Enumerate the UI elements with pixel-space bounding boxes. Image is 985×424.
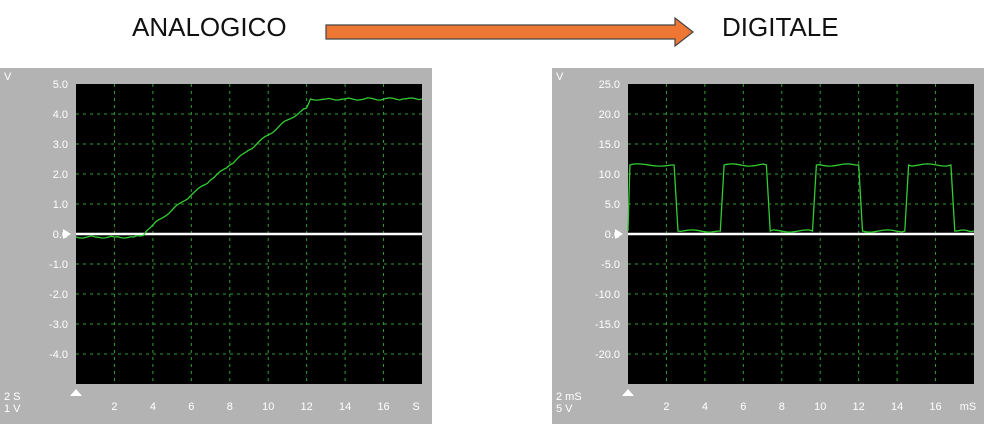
analog-title: ANALOGICO bbox=[132, 12, 287, 42]
digital-x-tick-label: 6 bbox=[740, 401, 746, 413]
digital-x-tick-label: 10 bbox=[814, 401, 826, 413]
digital-x-tick-label: 12 bbox=[853, 401, 865, 413]
analog-x-tick-label: 4 bbox=[150, 401, 156, 413]
digital-oscilloscope-panel: 25.0 20.0 15.0 10.0 5.0 0.0 -5.0 -10.0 -15.0 -20.… bbox=[552, 68, 984, 424]
arrow-right-icon bbox=[325, 16, 694, 48]
digital-y-tick-label: 10.0 bbox=[599, 169, 620, 181]
digital-y-tick-label: -10.0 bbox=[595, 289, 620, 301]
digital-y-tick-label: 25.0 bbox=[599, 79, 620, 91]
digital-y-tick-label: 5.0 bbox=[605, 199, 620, 211]
digital-title: DIGITALE bbox=[722, 12, 839, 42]
digital-x-tick-label: 14 bbox=[891, 401, 903, 413]
digital-x-tick-label: 4 bbox=[702, 401, 708, 413]
digital-chart: 25.020.015.010.05.00.0-5.0-10.0-15.0-20.… bbox=[556, 71, 977, 415]
analog-y-tick-label: -2.0 bbox=[49, 289, 68, 301]
analog-trigger-marker-icon bbox=[70, 389, 82, 396]
analog-y-tick-label: -3.0 bbox=[49, 319, 68, 331]
digital-x-tick-label: 2 bbox=[663, 401, 669, 413]
digital-x-tick-label: 8 bbox=[779, 401, 785, 413]
digital-y-unit: V bbox=[556, 71, 564, 83]
analog-y-tick-label: 1.0 bbox=[53, 199, 68, 211]
analog-y-tick-label: 4.0 bbox=[53, 109, 68, 121]
analog-x-unit: S bbox=[412, 401, 419, 413]
analog-y-tick-label: -1.0 bbox=[49, 259, 68, 271]
digital-y-tick-label: 15.0 bbox=[599, 139, 620, 151]
digital-trigger-marker-icon bbox=[622, 389, 634, 396]
analog-volts-per-div: 1 V bbox=[4, 403, 21, 415]
digital-y-tick-label: -15.0 bbox=[595, 319, 620, 331]
analog-x-tick-label: 2 bbox=[111, 401, 117, 413]
digital-y-tick-label: -5.0 bbox=[601, 259, 620, 271]
analog-y-tick-label: 2.0 bbox=[53, 169, 68, 181]
analog-x-tick-label: 12 bbox=[301, 401, 313, 413]
analog-oscilloscope-panel: 5.0 4.0 3.0 2.0 1.0 0.0 -1.0 -2.0 -3.0 -4.0 2 4 6 8 10… bbox=[0, 68, 432, 424]
analog-y-unit: V bbox=[4, 71, 12, 83]
digital-y-tick-label: -20.0 bbox=[595, 349, 620, 361]
digital-x-unit: mS bbox=[960, 401, 977, 413]
analog-x-tick-label: 6 bbox=[188, 401, 194, 413]
analog-x-tick-label: 14 bbox=[339, 401, 351, 413]
digital-y-tick-label: 20.0 bbox=[599, 109, 620, 121]
analog-timebase: 2 S bbox=[4, 391, 21, 403]
analog-x-tick-label: 10 bbox=[262, 401, 274, 413]
analog-x-tick-label: 16 bbox=[377, 401, 389, 413]
analog-x-tick-label: 8 bbox=[227, 401, 233, 413]
analog-chart: 5.04.03.02.01.00.0-1.0-2.0-3.0-4.02 4 6 8 10… bbox=[4, 71, 423, 415]
analog-y-tick-label: 5.0 bbox=[53, 79, 68, 91]
analog-y-tick-label: 3.0 bbox=[53, 139, 68, 151]
analog-y-tick-label: -4.0 bbox=[49, 349, 68, 361]
digital-x-tick-label: 16 bbox=[929, 401, 941, 413]
digital-volts-per-div: 5 V bbox=[556, 403, 573, 415]
digital-timebase: 2 mS bbox=[556, 391, 582, 403]
